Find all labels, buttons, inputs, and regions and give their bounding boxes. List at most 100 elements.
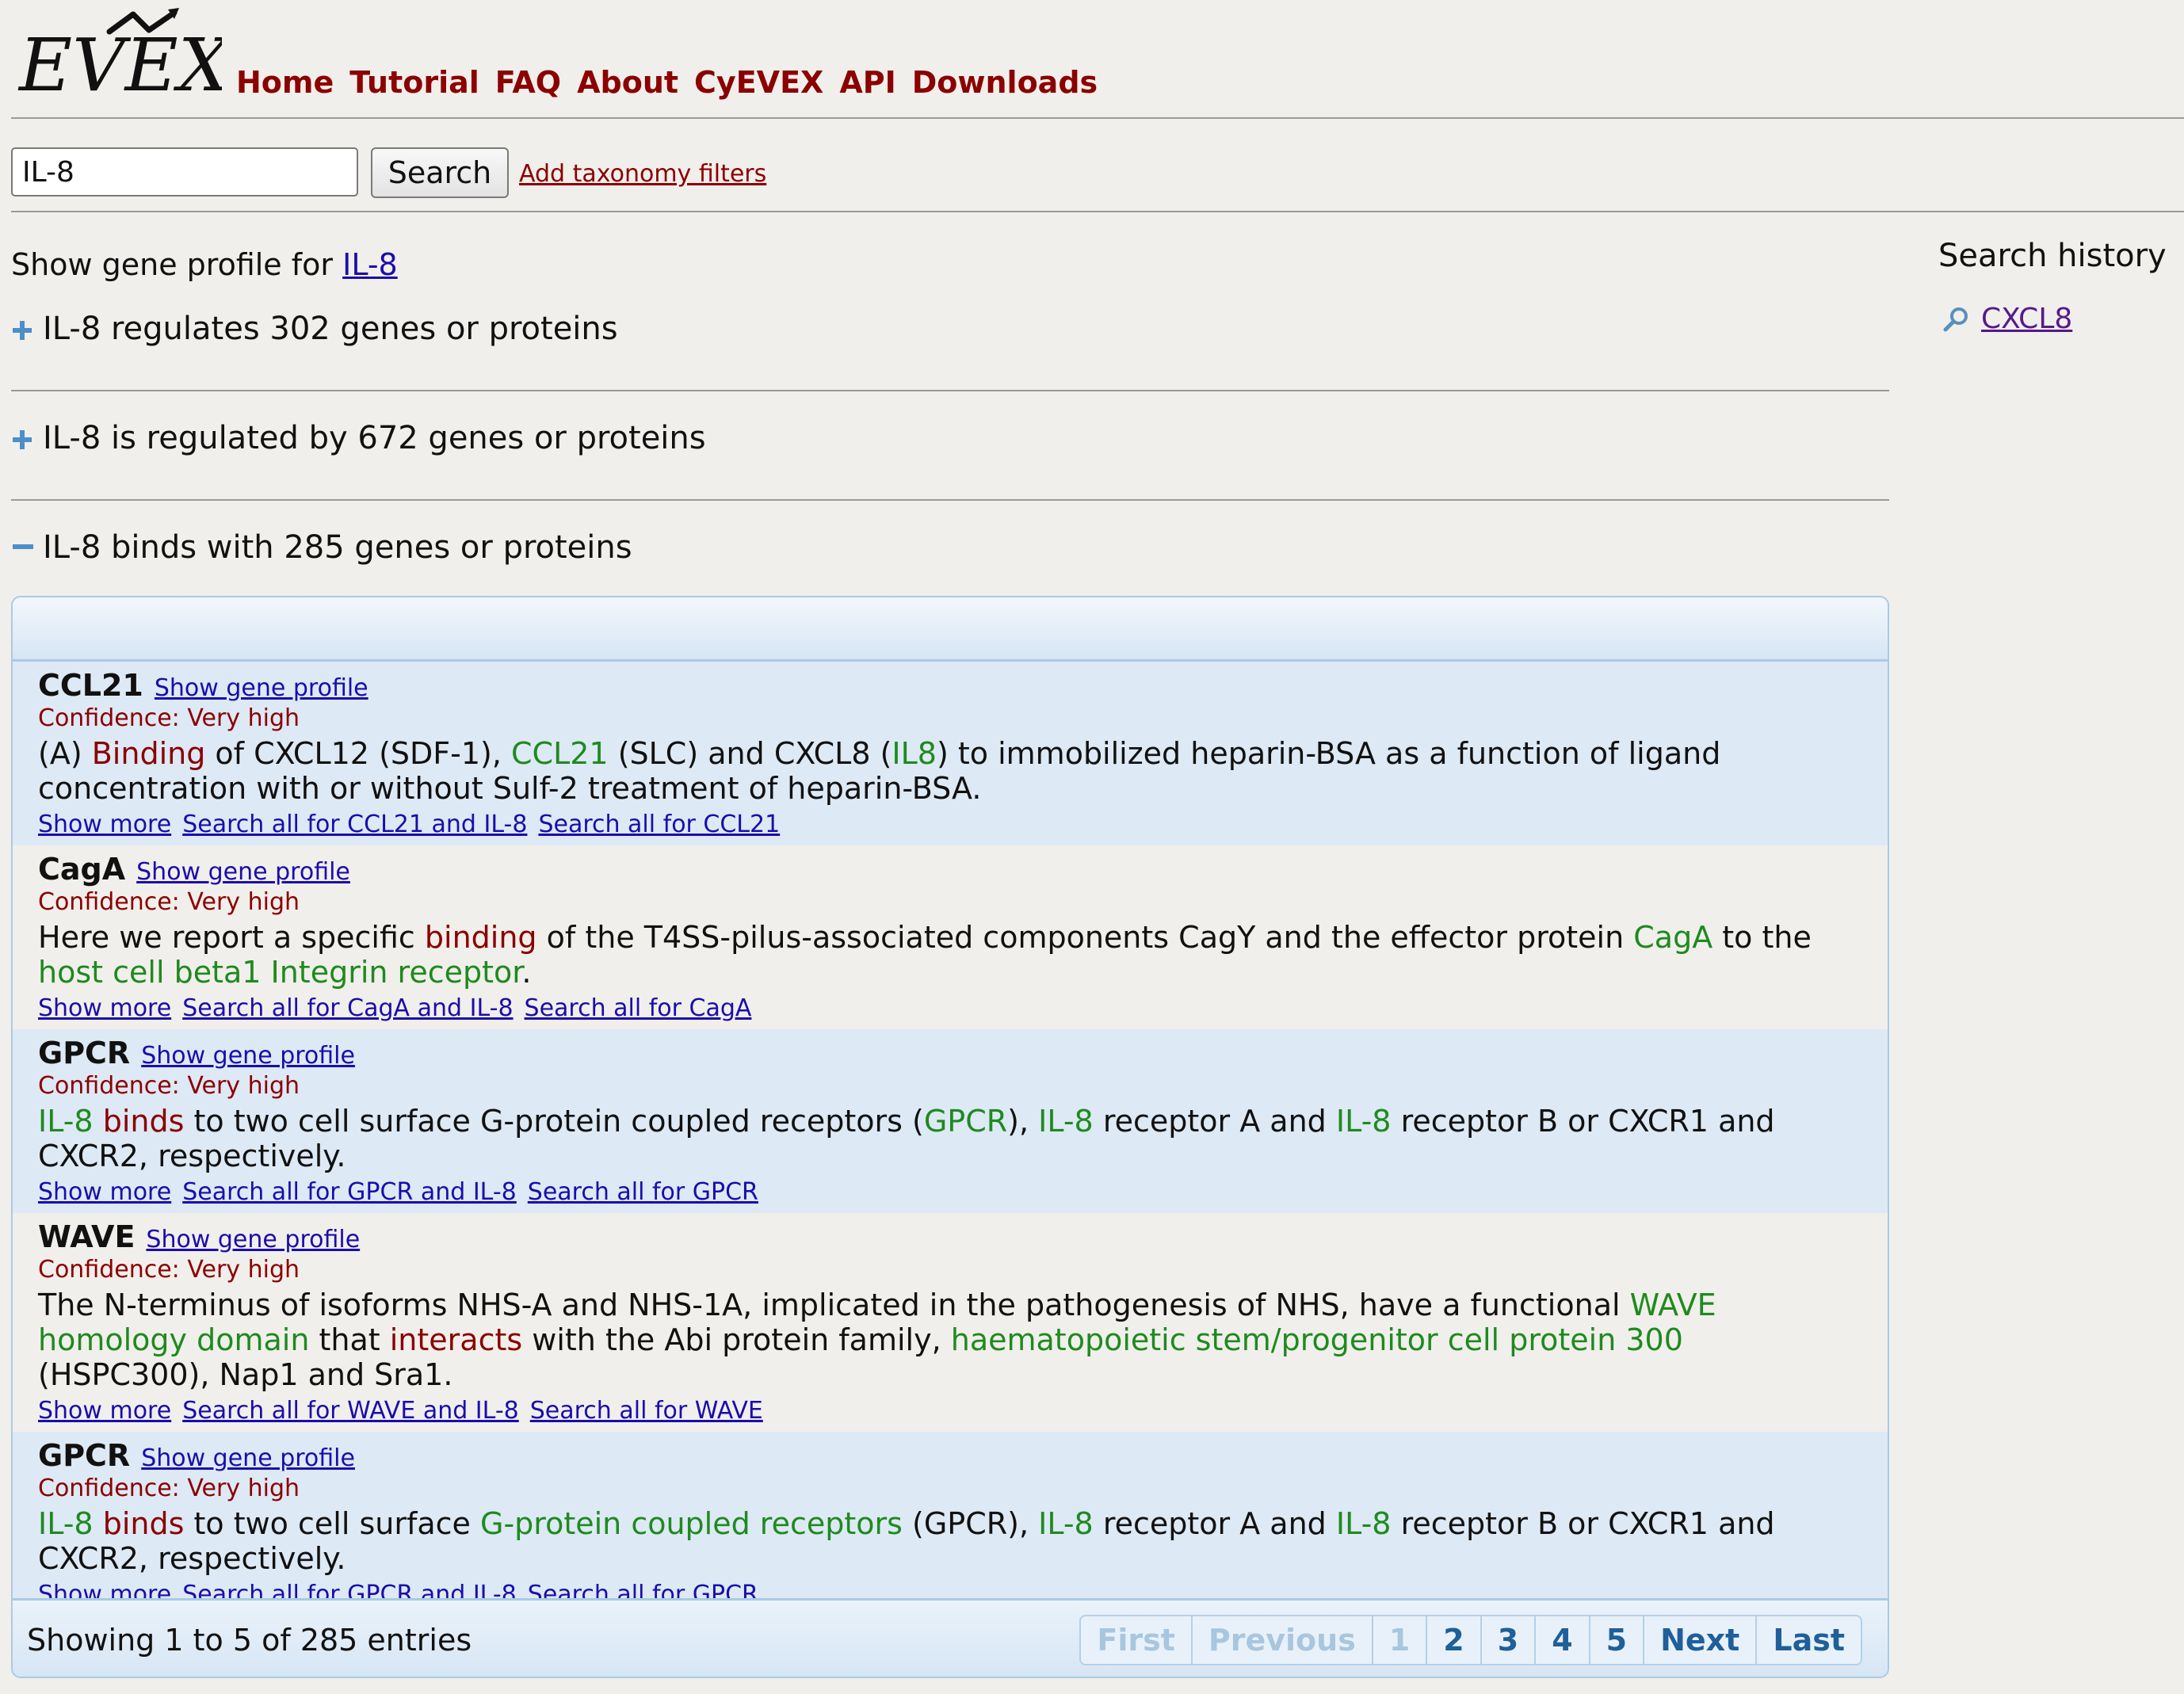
section-title[interactable]: IL-8 regulates 302 genes or proteins — [43, 311, 618, 347]
sentence-text: Here we report a specific — [38, 920, 425, 955]
trigger-word: binds — [102, 1104, 185, 1139]
search-history-link[interactable]: CXCL8 — [1981, 303, 2072, 335]
table-row: GPCR Show gene profile Confidence: Very hi… — [13, 1029, 1888, 1213]
expand-plus-icon[interactable] — [11, 420, 43, 456]
evidence-sentence: Here we report a specific binding of the… — [38, 920, 1862, 990]
entity-mention: GPCR — [923, 1104, 1008, 1139]
pager-5-button[interactable]: 5 — [1588, 1616, 1643, 1664]
sentence-text: to the — [1712, 920, 1812, 955]
collapse-minus-icon[interactable] — [11, 529, 43, 566]
show-more-link[interactable]: Show more — [38, 811, 171, 838]
gene-name: GPCR — [38, 1438, 131, 1473]
nav-api[interactable]: API — [839, 65, 895, 100]
sentence-text: . — [521, 955, 532, 990]
sentence-text: receptor A and — [1093, 1506, 1336, 1541]
show-more-link[interactable]: Show more — [38, 1397, 171, 1425]
gene-header: GPCR Show gene profile — [38, 1037, 1862, 1072]
show-gene-profile-link[interactable]: Show gene profile — [141, 1042, 355, 1070]
pagination: First Previous 1 2 3 4 5 Next Last — [1079, 1615, 1862, 1665]
expand-plus-icon[interactable] — [11, 311, 43, 347]
confidence-label: Confidence: Very high — [38, 888, 300, 916]
sentence-text: (A) — [38, 736, 92, 771]
sentence-text: (GPCR), — [902, 1506, 1039, 1541]
search-pair-link[interactable]: Search all for GPCR and IL-8 — [182, 1178, 517, 1206]
pager-2-button[interactable]: 2 — [1426, 1616, 1480, 1664]
sentence-text: (HSPC300), Nap1 and Sra1. — [38, 1357, 453, 1392]
section-title[interactable]: IL-8 is regulated by 672 genes or protei… — [43, 420, 706, 456]
nav-tutorial[interactable]: Tutorial — [349, 65, 479, 100]
table-row: CagA Show gene profile Confidence: Very hi… — [13, 845, 1888, 1029]
pager-3-button[interactable]: 3 — [1480, 1616, 1534, 1664]
nav-cyevex[interactable]: CyEVEX — [694, 65, 823, 100]
gene-profile-line: Show gene profile for IL-8 — [11, 247, 398, 282]
entity-mention: host cell beta1 Integrin receptor — [38, 955, 522, 990]
section-regulated-by: IL-8 is regulated by 672 genes or protei… — [11, 420, 1889, 456]
sentence-text — [94, 1104, 103, 1139]
table-row: WAVE Show gene profile Confidence: Very hi… — [13, 1213, 1888, 1432]
trigger-word: Binding — [91, 736, 206, 771]
show-more-link[interactable]: Show more — [38, 994, 171, 1022]
section-title[interactable]: IL-8 binds with 285 genes or proteins — [43, 529, 632, 566]
trigger-word: interacts — [389, 1322, 523, 1357]
row-links: Show more Search all for CagA and IL-8 Sea… — [38, 993, 1862, 1029]
sentence-text: (SLC) and CXCL8 ( — [608, 736, 892, 771]
magnifier-icon — [1943, 307, 1968, 331]
gene-name: CCL21 — [38, 668, 143, 703]
gene-name: WAVE — [38, 1219, 136, 1254]
search-gene-link[interactable]: Search all for CCL21 — [538, 811, 780, 838]
nav-about[interactable]: About — [577, 65, 678, 100]
section-divider — [11, 390, 1889, 391]
search-history-title: Search history — [1938, 238, 2167, 274]
search-pair-link[interactable]: Search all for WAVE and IL-8 — [182, 1397, 519, 1425]
row-links: Show more Search all for WAVE and IL-8 Sea… — [38, 1395, 1862, 1432]
evidence-sentence: (A) Binding of CXCL12 (SDF-1), CCL21 (SL… — [38, 736, 1862, 806]
search-divider — [11, 211, 2184, 212]
gene-name: GPCR — [38, 1036, 131, 1070]
pager-4-button[interactable]: 4 — [1534, 1616, 1588, 1664]
row-links: Show more Search all for CCL21 and IL-8 Se… — [38, 809, 1862, 845]
search-gene-link[interactable]: Search all for WAVE — [530, 1397, 763, 1425]
sentence-text: ), — [1007, 1104, 1039, 1139]
show-more-link[interactable]: Show more — [38, 1178, 171, 1206]
pager-next-button[interactable]: Next — [1643, 1616, 1755, 1664]
entity-mention: CagA — [1633, 920, 1713, 955]
show-gene-profile-link[interactable]: Show gene profile — [146, 1226, 360, 1253]
sentence-text: that — [309, 1322, 390, 1357]
search-gene-link[interactable]: Search all for GPCR — [528, 1178, 758, 1206]
show-gene-profile-link[interactable]: Show gene profile — [136, 858, 350, 886]
evidence-sentence: IL-8 binds to two cell surface G-protein… — [38, 1506, 1862, 1576]
nav-faq[interactable]: FAQ — [495, 65, 561, 100]
section-divider — [11, 499, 1889, 501]
main-nav: Home Tutorial FAQ About CyEVEX API Downl… — [236, 65, 1098, 100]
nav-downloads[interactable]: Downloads — [912, 65, 1098, 100]
gene-header: WAVE Show gene profile — [38, 1221, 1862, 1256]
show-gene-profile-link[interactable]: Show gene profile — [141, 1444, 355, 1472]
section-regulates: IL-8 regulates 302 genes or proteins — [11, 311, 1889, 347]
entity-mention: haematopoietic stem/progenitor cell prot… — [950, 1322, 1683, 1357]
add-taxonomy-filters-link[interactable]: Add taxonomy filters — [519, 160, 766, 188]
sentence-text — [94, 1506, 103, 1541]
entity-mention: IL-8 — [38, 1104, 94, 1139]
evex-logo[interactable]: EVEX — [16, 6, 222, 101]
trigger-word: binds — [102, 1506, 185, 1541]
table-row: CCL21 Show gene profile Confidence: Very h… — [13, 662, 1888, 845]
entity-mention: G-protein coupled receptors — [480, 1506, 903, 1541]
search-pair-link[interactable]: Search all for CagA and IL-8 — [182, 994, 513, 1022]
row-links: Show more Search all for GPCR and IL-8 Sea… — [38, 1177, 1862, 1213]
table-row: GPCR Show gene profile Confidence: Very hi… — [13, 1432, 1888, 1616]
search-gene-link[interactable]: Search all for CagA — [525, 994, 752, 1022]
entity-mention: IL-8 — [1335, 1506, 1392, 1541]
gene-header: CagA Show gene profile — [38, 853, 1862, 888]
profile-prefix: Show gene profile for — [11, 247, 334, 282]
sentence-text: of the T4SS-pilus-associated components … — [536, 920, 1634, 955]
gene-profile-link[interactable]: IL-8 — [342, 247, 398, 282]
search-input[interactable] — [11, 147, 358, 196]
show-gene-profile-link[interactable]: Show gene profile — [155, 674, 368, 702]
search-pair-link[interactable]: Search all for CCL21 and IL-8 — [182, 811, 527, 838]
search-button[interactable]: Search — [371, 147, 509, 198]
sentence-text: to two cell surface G-protein coupled re… — [184, 1104, 924, 1139]
nav-home[interactable]: Home — [236, 65, 334, 100]
confidence-label: Confidence: Very high — [38, 1256, 300, 1284]
pager-last-button[interactable]: Last — [1755, 1616, 1861, 1664]
sentence-text: receptor A and — [1093, 1104, 1336, 1139]
